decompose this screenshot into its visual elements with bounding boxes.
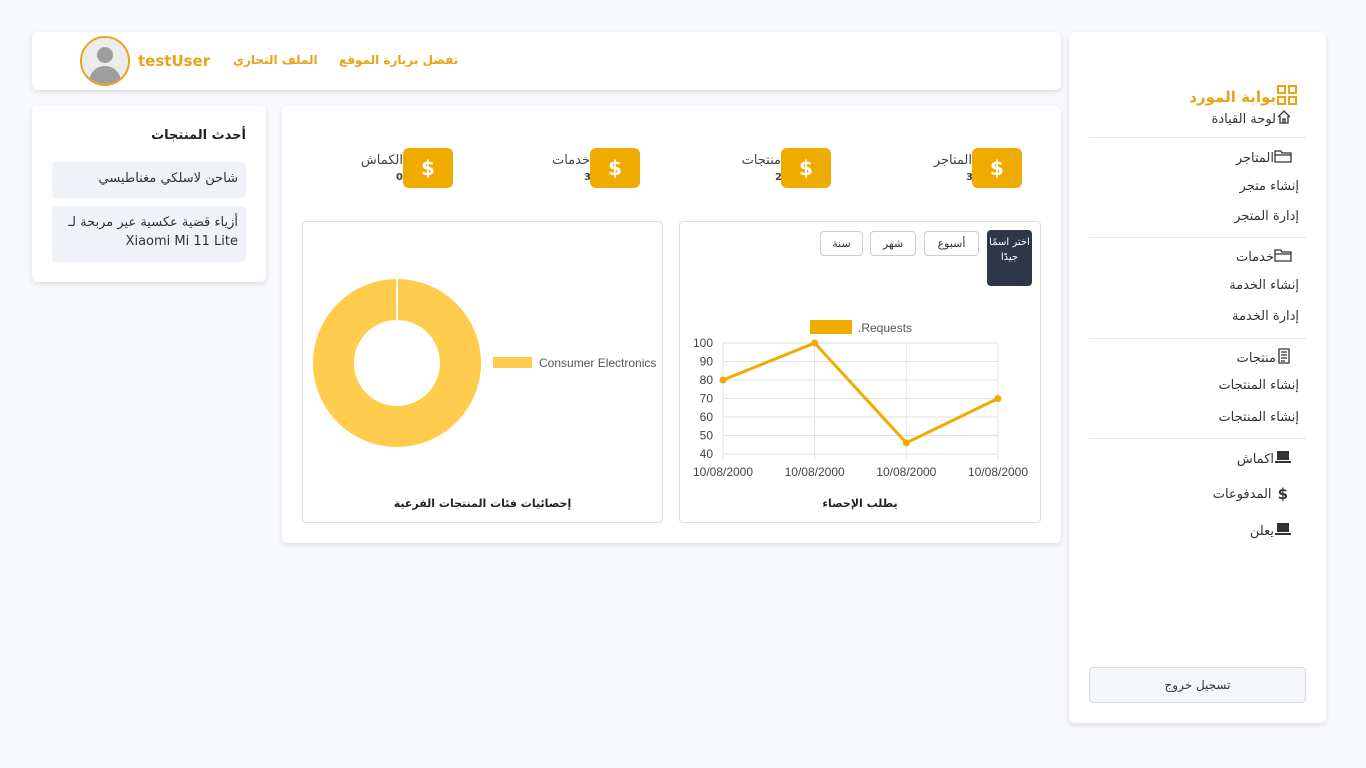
sidebar-item-payments[interactable]: $ المدفوعات [1213,485,1292,503]
x-tick-label: 10/08/2000 [968,465,1028,479]
sidebar-item-manage-store[interactable]: إدارة المتجر [1234,209,1299,224]
list-item[interactable]: أزياء قضية عكسية عير مربحة لـ Xiaomi Mi … [52,206,246,262]
stat-value: 2 [775,172,782,183]
sidebar-item-create-products[interactable]: إنشاء المنتجات [1218,378,1299,393]
sidebar-item-stores[interactable]: المتاجر [1236,148,1292,168]
business-profile-link[interactable]: الملف التجاري [233,53,318,67]
stat-label: الكماش [360,153,403,168]
x-tick-label: 10/08/2000 [693,465,753,479]
y-tick-label: 70 [700,392,714,406]
sidebar-item-label: يعلن [1249,523,1274,539]
y-tick-label: 60 [700,410,714,424]
sidebar-item-create-service[interactable]: إنشاء الخدمة [1229,278,1299,293]
logout-button[interactable]: تسجيل خروج [1089,667,1306,703]
folder-icon [1274,247,1292,267]
subcategory-chart-panel: Consumer Electronics إحصائيات فئات المنت… [302,221,663,523]
main-dashboard: $ المتاجر 3 $ منتجات 2 $ خدمات 3 $ الكما… [282,106,1061,543]
sidebar-item-products[interactable]: منتجات [1237,348,1292,368]
folder-icon [1274,148,1292,168]
tab-week[interactable]: أسبوع [924,231,979,256]
legend-label: .Requests [858,321,912,335]
sidebar-item-label: منتجات [1236,350,1276,366]
x-tick-label: 10/08/2000 [785,465,845,479]
visit-site-link[interactable]: تفضل بزيارة الموقع [339,53,458,67]
legend-swatch [493,357,532,368]
stat-label: خدمات [551,153,590,168]
requests-chart-panel: اختر اسمًا جيدًا أسبوع شهر سنة .Requests… [679,221,1041,523]
dollar-icon: $ [590,148,640,188]
series-line [722,341,999,445]
y-tick-label: 80 [700,373,714,387]
y-tick-label: 100 [693,336,713,350]
legend-label: Consumer Electronics [539,356,656,370]
receipt-icon [1276,348,1292,368]
brand[interactable]: بوابة المورد [1189,84,1298,110]
line-chart: .Requests 40 50 60 70 80 90 100 10/08/2000 10/08/… [693,320,1028,479]
stat-value: 3 [966,172,973,183]
y-tick-label: 90 [700,355,714,369]
username[interactable]: testUser [138,52,210,70]
brand-title: بوابة المورد [1189,88,1276,106]
stat-label: منتجات [741,153,781,168]
legend-swatch [810,320,852,334]
sidebar-item-dashboard[interactable]: لوحة القيادة [1212,109,1292,129]
divider [1089,137,1306,138]
data-point [902,439,910,447]
sidebar-item-label: خدمات [1235,249,1274,265]
sidebar-item-label: اكماش [1236,451,1274,467]
stat-label: المتاجر [933,153,972,168]
grid-icon [1276,84,1298,110]
pick-name-button[interactable]: اختر اسمًا جيدًا [987,230,1032,286]
data-point [994,395,1002,402]
sidebar-item-label: المدفوعات [1212,486,1272,502]
sidebar-item-label: لوحة القيادة [1211,111,1276,127]
list-item[interactable]: شاحن لاسلكي مغناطيسي [52,162,246,198]
sidebar-item-label: المتاجر [1235,150,1274,166]
line-chart-caption: يطلب الإحصاء [822,497,898,510]
divider [1089,438,1306,439]
divider [1089,338,1306,339]
latest-products-card: أحدث المنتجات شاحن لاسلكي مغناطيسي أزياء… [32,106,266,282]
tab-year[interactable]: سنة [820,231,863,256]
sidebar-item-ads[interactable]: يعلن [1250,521,1292,541]
stat-value: 3 [584,172,591,183]
dollar-icon: $ [1277,485,1288,503]
latest-products-title: أحدث المنتجات [151,128,246,143]
sidebar: بوابة المورد لوحة القيادة المتاجر إنشاء … [1069,32,1326,723]
dollar-icon: $ [972,148,1022,188]
dollar-icon: $ [781,148,831,188]
sidebar-item-services[interactable]: خدمات [1236,247,1292,267]
laptop-icon [1274,521,1292,541]
top-header: testUser تفضل بزيارة الموقع الملف التجار… [32,32,1061,90]
dollar-icon: $ [403,148,453,188]
divider [1089,237,1306,238]
y-tick-label: 50 [700,429,714,443]
tab-month[interactable]: شهر [870,231,916,256]
sidebar-item-manage-service[interactable]: إدارة الخدمة [1232,309,1299,324]
sidebar-item-complaints[interactable]: اكماش [1237,449,1292,469]
sidebar-item-create-store[interactable]: إنشاء متجر [1240,179,1299,194]
laptop-icon [1274,449,1292,469]
donut-chart-caption: إحصائيات فئات المنتجات الفرعية [393,497,572,510]
donut-chart: Consumer Electronics [313,279,656,447]
sidebar-item-create-products-2[interactable]: إنشاء المنتجات [1218,410,1299,425]
home-icon [1276,109,1292,129]
y-tick-label: 40 [700,447,714,461]
data-point [811,339,819,347]
stat-value: 0 [396,172,403,183]
avatar[interactable] [80,36,130,86]
x-tick-label: 10/08/2000 [876,465,936,479]
data-point [719,376,727,384]
